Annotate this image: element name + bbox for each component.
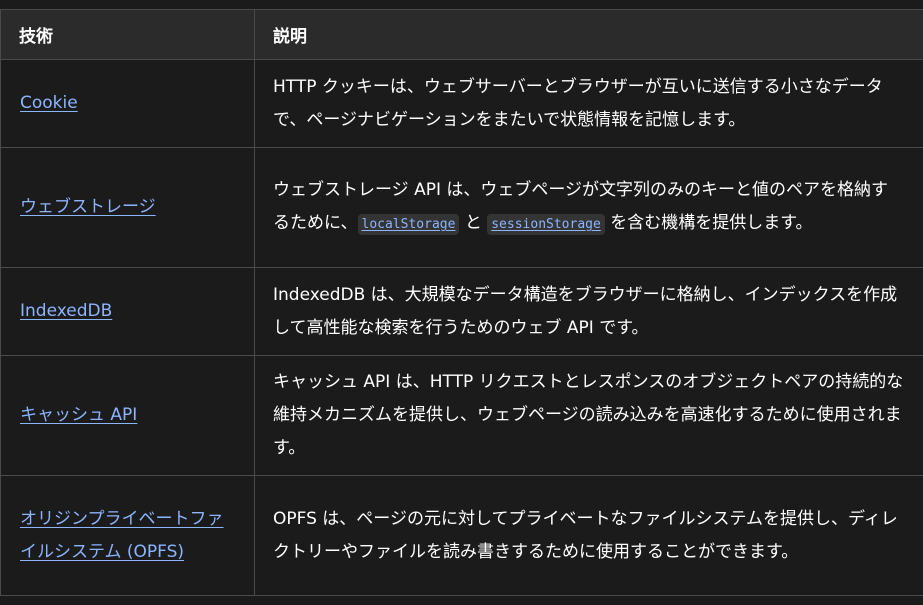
table-header-row: 技術 説明 [0, 9, 923, 60]
tech-cell: オリジンプライベートファイルシステム (OPFS) [0, 475, 255, 596]
tech-cell: ウェブストレージ [0, 147, 255, 268]
web-storage-link[interactable]: ウェブストレージ [20, 197, 156, 217]
localstorage-code-link[interactable]: localStorage [357, 214, 460, 235]
indexeddb-link[interactable]: IndexedDB [20, 301, 112, 321]
desc-cell: キャッシュ API は、HTTP リクエストとレスポンスのオブジェクトペアの持続… [254, 355, 923, 476]
cookie-link[interactable]: Cookie [20, 93, 78, 113]
desc-cell: HTTP クッキーは、ウェブサーバーとブラウザーが互いに送信する小さなデータで、… [254, 59, 923, 148]
storage-technologies-table: 技術 説明 Cookie HTTP クッキーは、ウェブサーバーとブラウザーが互い… [0, 9, 923, 596]
header-desc: 説明 [254, 9, 923, 60]
cache-api-link[interactable]: キャッシュ API [20, 405, 137, 425]
desc-cell: ウェブストレージ API は、ウェブページが文字列のみのキーと値のペアを格納する… [254, 147, 923, 268]
table-row: Cookie HTTP クッキーは、ウェブサーバーとブラウザーが互いに送信する小… [0, 59, 923, 148]
table-row: ウェブストレージ ウェブストレージ API は、ウェブページが文字列のみのキーと… [0, 147, 923, 268]
tech-cell: キャッシュ API [0, 355, 255, 476]
page: 技術 説明 Cookie HTTP クッキーは、ウェブサーバーとブラウザーが互い… [0, 0, 923, 605]
tech-cell: Cookie [0, 59, 255, 148]
desc-cell: IndexedDB は、大規模なデータ構造をブラウザーに格納し、インデックスを作… [254, 267, 923, 356]
desc-cell: OPFS は、ページの元に対してプライベートなファイルシステムを提供し、ディレク… [254, 475, 923, 596]
opfs-link[interactable]: オリジンプライベートファイルシステム (OPFS) [20, 509, 224, 562]
table-row: オリジンプライベートファイルシステム (OPFS) OPFS は、ページの元に対… [0, 475, 923, 596]
sessionstorage-code-link[interactable]: sessionStorage [487, 214, 605, 235]
desc-text-after: を含む機構を提供します。 [604, 213, 813, 233]
tech-cell: IndexedDB [0, 267, 255, 356]
header-tech: 技術 [0, 9, 255, 60]
table-row: キャッシュ API キャッシュ API は、HTTP リクエストとレスポンスのオ… [0, 355, 923, 476]
table-row: IndexedDB IndexedDB は、大規模なデータ構造をブラウザーに格納… [0, 267, 923, 356]
desc-text-mid: と [459, 213, 488, 233]
